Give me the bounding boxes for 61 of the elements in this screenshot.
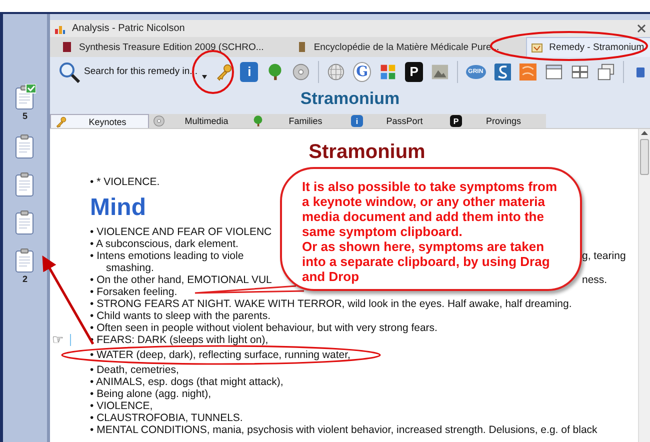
- document-tab[interactable]: Synthesis Treasure Edition 2009 (SCHRO...: [56, 37, 279, 57]
- search-icon: [58, 60, 80, 82]
- document-tab[interactable]: Remedy - Stramonium: [526, 37, 650, 57]
- s-curve-icon[interactable]: [494, 62, 512, 82]
- stacked-windows-icon[interactable]: [597, 62, 616, 82]
- keynote-text: • Forsaken feeling.: [90, 286, 178, 298]
- clipboard-icon[interactable]: [14, 133, 36, 159]
- content-tab[interactable]: P Provings: [446, 114, 545, 128]
- clipboard-icon[interactable]: [14, 247, 36, 273]
- key-icon[interactable]: [214, 62, 232, 82]
- keynote-text: • WATER (deep, dark), reflecting surface, running water,: [90, 349, 350, 361]
- keynote-text: • * VIOLENCE.: [90, 176, 160, 188]
- keynote-text: • ANIMALS, esp. dogs (that might attack),: [90, 376, 284, 388]
- keynote-text: • Child wants to sleep with the parents.: [90, 310, 271, 322]
- callout-text: It is also possible to take symptoms from a keynote window, or any other materia media document and add them into the same symptom clipboard. Or as shown here, symptoms are taken into a separate clipboard, by using Drag and Drop: [280, 167, 582, 291]
- disc-icon[interactable]: [292, 62, 310, 82]
- close-icon[interactable]: [637, 24, 646, 33]
- clipboard-icon[interactable]: [14, 84, 36, 110]
- section-heading: Mind: [90, 194, 146, 221]
- keynote-text: • Being alone (agg. night),: [90, 388, 212, 400]
- keynote-text: ness.: [582, 274, 608, 286]
- keynote-text: • VIOLENCE,: [90, 400, 153, 412]
- content-tab[interactable]: Families: [248, 114, 347, 128]
- letter-icon: P: [450, 115, 462, 127]
- text-cursor: [70, 334, 71, 346]
- scroll-up-icon[interactable]: [641, 131, 648, 135]
- clipboard-icon[interactable]: [14, 209, 36, 235]
- keynote-text: • MENTAL CONDITIONS, mania, psychosis with violent behavior, increased strength. Delusions, e.g. of black: [90, 424, 598, 436]
- caret-icon: [202, 74, 207, 78]
- keynote-text: • VIOLENCE AND FEAR OF VIOLENC: [90, 226, 272, 238]
- content-tab[interactable]: i PassPort: [347, 114, 446, 128]
- pattern-icon[interactable]: [519, 62, 538, 82]
- key-icon: [55, 116, 67, 128]
- keynote-text: • On the other hand, EMOTIONAL VUL: [90, 274, 272, 286]
- scrollbar[interactable]: [638, 129, 650, 442]
- info-icon[interactable]: i: [240, 62, 258, 82]
- keynote-text: smashing.: [106, 262, 154, 274]
- clipboard-count: 2: [22, 274, 28, 284]
- content-tab[interactable]: Multimedia: [149, 114, 248, 128]
- letter-icon[interactable]: G: [353, 62, 372, 82]
- keynote-text: • Intens emotions leading to viole: [90, 250, 244, 262]
- clipboard-count: 5: [22, 111, 28, 121]
- window-title: Analysis - Patric Nicolson: [72, 23, 186, 34]
- clipboard-icon[interactable]: [14, 171, 36, 197]
- document-icon: [61, 41, 73, 53]
- keynote-text: g, tearing: [582, 250, 626, 262]
- keynote-text: • Death, cemetries,: [90, 364, 179, 376]
- content-tab[interactable]: Keynotes: [50, 114, 149, 128]
- keynote-text: • A subconscious, dark element.: [90, 238, 238, 250]
- remedy-title: Stramonium: [299, 88, 401, 110]
- keynote-text: • Often seen in people without violent behaviour, but with very strong fears.: [90, 322, 438, 334]
- info-icon: i: [351, 115, 363, 127]
- globe-icon[interactable]: [327, 62, 346, 82]
- pointing-hand: ☞: [52, 334, 64, 346]
- document-icon: [531, 41, 544, 53]
- keynote-text: • STRONG FEARS AT NIGHT. WAKE WITH TERROR, wild look in the eyes. Half awake, half dreaming.: [90, 298, 572, 310]
- tree-icon: [252, 115, 264, 127]
- scroll-thumb[interactable]: [640, 139, 649, 175]
- letter-icon[interactable]: P: [405, 62, 423, 82]
- document-heading: Stramonium: [308, 140, 426, 164]
- keynote-text: • CLAUSTROFOBIA, TUNNELS.: [90, 412, 243, 424]
